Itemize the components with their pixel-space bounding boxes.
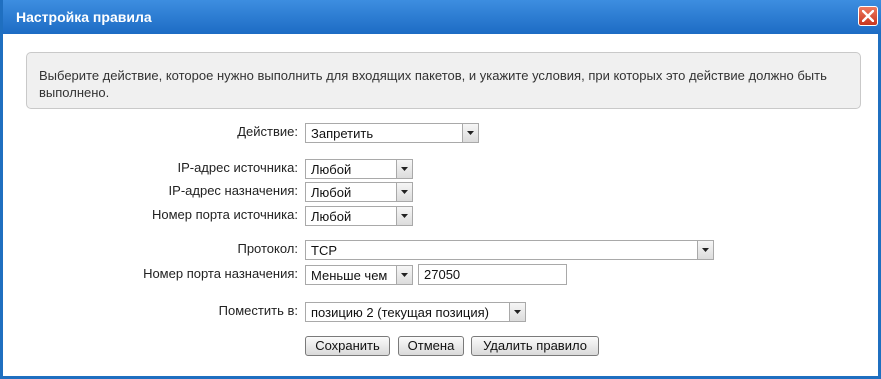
dest-ip-dropdown-arrow[interactable] <box>396 183 412 201</box>
dialog-title: Настройка правила <box>16 9 152 25</box>
chevron-down-icon <box>514 310 521 314</box>
protocol-label: Протокол: <box>237 241 298 256</box>
dest-ip-select[interactable]: Любой <box>305 182 413 202</box>
source-port-select-value: Любой <box>311 209 352 224</box>
action-label: Действие: <box>237 124 298 139</box>
dest-port-label: Номер порта назначения: <box>143 266 298 281</box>
source-ip-select[interactable]: Любой <box>305 159 413 179</box>
save-button[interactable]: Сохранить <box>305 336 390 356</box>
info-box: Выберите действие, которое нужно выполни… <box>26 52 861 109</box>
close-icon <box>862 10 874 22</box>
chevron-down-icon <box>401 190 408 194</box>
place-select-value: позицию 2 (текущая позиция) <box>311 305 489 320</box>
dest-port-input[interactable]: 27050 <box>418 264 567 285</box>
title-bar: Настройка правила <box>3 0 881 34</box>
delete-rule-button[interactable]: Удалить правило <box>471 336 599 356</box>
cancel-button[interactable]: Отмена <box>398 336 464 356</box>
place-select[interactable]: позицию 2 (текущая позиция) <box>305 302 526 322</box>
dest-port-condition-select[interactable]: Меньше чем <box>305 265 413 285</box>
source-port-dropdown-arrow[interactable] <box>396 207 412 225</box>
source-port-label: Номер порта источника: <box>151 207 298 222</box>
rule-settings-dialog: Настройка правила Выберите действие, кот… <box>0 0 881 379</box>
chevron-down-icon <box>401 167 408 171</box>
dest-port-input-value: 27050 <box>424 267 461 282</box>
place-dropdown-arrow[interactable] <box>509 303 525 321</box>
source-port-select[interactable]: Любой <box>305 206 413 226</box>
dest-ip-select-value: Любой <box>311 185 352 200</box>
dest-ip-label: IP-адрес назначения: <box>168 183 298 198</box>
source-ip-label: IP-адрес источника: <box>177 160 298 175</box>
chevron-down-icon <box>467 131 474 135</box>
chevron-down-icon <box>401 273 408 277</box>
dest-port-condition-dropdown-arrow[interactable] <box>396 266 412 284</box>
dest-port-condition-value: Меньше чем <box>311 268 388 283</box>
close-button[interactable] <box>858 6 878 26</box>
source-ip-select-value: Любой <box>311 162 352 177</box>
action-select-value: Запретить <box>311 126 374 141</box>
action-dropdown-arrow[interactable] <box>462 124 478 142</box>
info-text: Выберите действие, которое нужно выполни… <box>39 68 827 100</box>
source-ip-dropdown-arrow[interactable] <box>396 160 412 178</box>
action-select[interactable]: Запретить <box>305 123 479 143</box>
chevron-down-icon <box>702 248 709 252</box>
protocol-select[interactable]: TCP <box>305 240 714 260</box>
protocol-select-value: TCP <box>311 243 337 258</box>
chevron-down-icon <box>401 214 408 218</box>
place-label: Поместить в: <box>218 303 298 318</box>
protocol-dropdown-arrow[interactable] <box>697 241 713 259</box>
